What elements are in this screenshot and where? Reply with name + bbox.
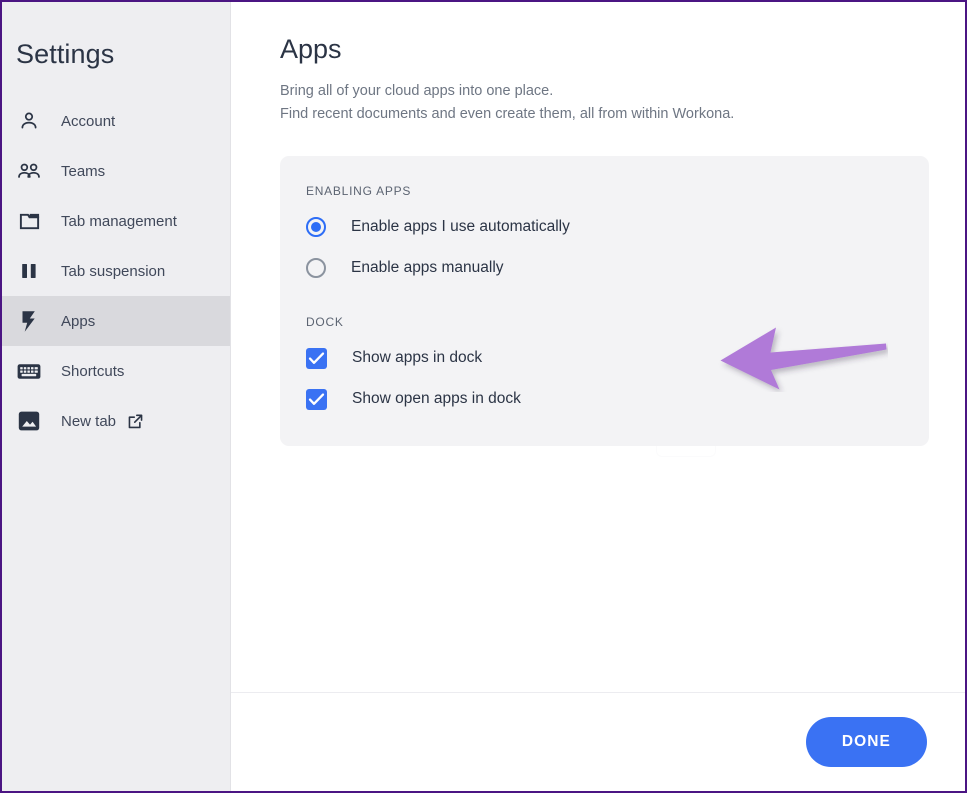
sidebar-item-account[interactable]: Account [2, 96, 230, 146]
radio-row-enable-manually[interactable]: Enable apps manually [306, 251, 903, 285]
checkbox-label: Show apps in dock [352, 349, 483, 366]
settings-window: Settings Account Teams Tab management Ta… [0, 0, 967, 793]
checkbox-row-show-apps-in-dock[interactable]: Show apps in dock [306, 341, 903, 375]
keyboard-icon [16, 358, 42, 384]
image-icon [16, 408, 42, 434]
done-button[interactable]: DONE [805, 717, 927, 767]
checkbox-row-show-open-apps-in-dock[interactable]: Show open apps in dock [306, 382, 903, 416]
pause-icon [16, 258, 42, 284]
settings-sidebar: Settings Account Teams Tab management Ta… [2, 2, 231, 791]
settings-card: ENABLING APPS Enable apps I use automati… [280, 156, 929, 446]
sidebar-item-tab-suspension[interactable]: Tab suspension [2, 246, 230, 296]
sidebar-nav: Account Teams Tab management Tab suspens… [2, 96, 230, 446]
sidebar-item-new-tab[interactable]: New tab [2, 396, 230, 446]
sidebar-title: Settings [16, 39, 115, 69]
person-icon [16, 108, 42, 134]
folder-icon [16, 208, 42, 234]
sidebar-item-label: Apps [61, 312, 96, 330]
radio-label: Enable apps manually [351, 259, 504, 276]
sidebar-item-label: Shortcuts [61, 362, 125, 380]
radio-label: Enable apps I use automatically [351, 218, 570, 235]
sidebar-item-label: Account [61, 112, 116, 130]
radio-row-enable-automatically[interactable]: Enable apps I use automatically [306, 210, 903, 244]
checkbox-label: Show open apps in dock [352, 390, 521, 407]
checkbox-show-apps-in-dock[interactable] [306, 347, 327, 369]
lightning-icon [16, 308, 42, 334]
external-link-icon[interactable] [127, 413, 144, 430]
sidebar-item-shortcuts[interactable]: Shortcuts [2, 346, 230, 396]
sidebar-item-label: New tab [61, 412, 117, 430]
group-heading-dock: DOCK [306, 315, 344, 329]
checkbox-show-open-apps-in-dock[interactable] [306, 388, 327, 410]
radio-enable-automatically[interactable] [306, 217, 326, 237]
sidebar-item-teams[interactable]: Teams [2, 146, 230, 196]
dialog-footer: DONE [231, 692, 965, 791]
page-subtitle-line-2: Find recent documents and even create th… [280, 106, 735, 122]
sidebar-item-label: Tab suspension [61, 262, 166, 280]
sidebar-item-label: Teams [61, 162, 106, 180]
sidebar-item-apps[interactable]: Apps [2, 296, 230, 346]
page-title: Apps [280, 34, 342, 64]
settings-content: Workona Apps Bring all of your cloud app… [231, 2, 965, 692]
page-subtitle-line-1: Bring all of your cloud apps into one pl… [280, 83, 554, 99]
radio-enable-manually[interactable] [306, 258, 326, 278]
sidebar-item-label: Tab management [61, 212, 177, 230]
settings-main-panel: Workona Apps Bring all of your cloud app… [231, 2, 965, 791]
sidebar-item-tab-management[interactable]: Tab management [2, 196, 230, 246]
people-icon [16, 158, 42, 184]
group-heading-enabling-apps: ENABLING APPS [306, 184, 412, 198]
